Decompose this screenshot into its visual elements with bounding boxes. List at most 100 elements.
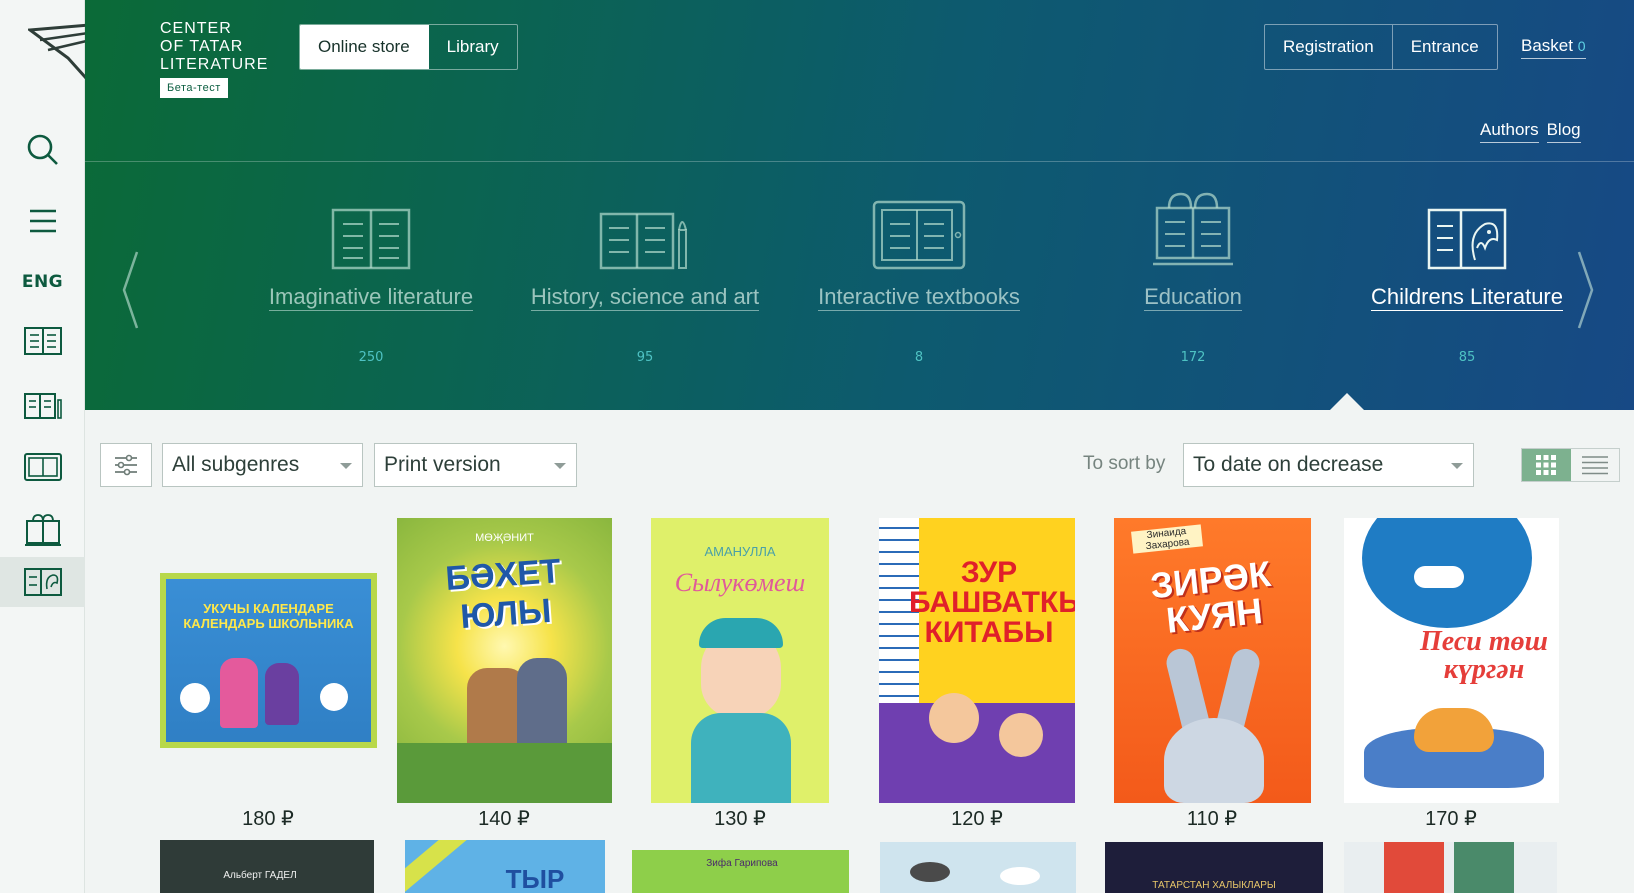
chevron-down-icon <box>340 463 352 469</box>
sort-select[interactable]: To date on decrease <box>1183 443 1474 487</box>
list-view-button[interactable] <box>1571 449 1620 481</box>
grid-view-button[interactable] <box>1522 449 1571 481</box>
category-count: 250 <box>358 350 384 365</box>
book-price-2: 140 ₽ <box>478 808 530 830</box>
blog-link[interactable]: Blog <box>1546 120 1581 143</box>
store-library-tabs: Online store Library <box>299 24 518 70</box>
book-title: УКУЧЫ КАЛЕНДАРЕ КАЛЕНДАРЬ ШКОЛЬНИКА <box>183 601 354 631</box>
category-label: Childrens Literature <box>1371 284 1563 311</box>
category-label: Imaginative literature <box>268 284 474 311</box>
sidebar-item-imaginative[interactable] <box>0 316 85 366</box>
book-cover-6[interactable]: Песи төш күргән <box>1344 518 1559 803</box>
tab-library[interactable]: Library <box>429 25 517 69</box>
hamburger-icon <box>29 209 56 233</box>
sidebar-item-education[interactable] <box>0 505 85 555</box>
header-banner: CENTER OF TATAR LITERATURE Бета-тест Onl… <box>85 0 1634 410</box>
category-count: 172 <box>1180 350 1206 365</box>
category-imaginative[interactable]: Imaginative literature 250 <box>231 190 511 365</box>
filter-button[interactable] <box>100 443 152 487</box>
book-title: ЗУР БАШВАТКЫЧЛАР КИТАБЫ <box>909 556 1075 649</box>
two-books-icon <box>331 208 411 270</box>
basket-link[interactable]: Basket 0 <box>1521 36 1586 59</box>
language-switch[interactable]: ENG <box>0 257 85 307</box>
basket-label: Basket <box>1521 36 1573 55</box>
authors-link[interactable]: Authors <box>1480 120 1539 143</box>
brand-line-2: OF TATAR <box>160 38 244 55</box>
book-cover-7[interactable]: Альберт ГАДЕЛ <box>160 840 374 893</box>
header-divider <box>85 161 1634 162</box>
book-title: Сылукөмеш <box>674 568 806 597</box>
header-links: Authors Blog <box>1480 120 1581 143</box>
menu-button[interactable] <box>0 196 85 246</box>
category-interactive[interactable]: Interactive textbooks 8 <box>779 190 1059 365</box>
category-history[interactable]: History, science and art 95 <box>505 190 785 365</box>
sidebar-item-childrens[interactable] <box>0 557 85 607</box>
book-author: Зифа Гарипова <box>706 858 778 869</box>
category-childrens[interactable]: Childrens Literature 85 <box>1327 190 1607 365</box>
book-cover-12[interactable] <box>1344 842 1557 893</box>
category-count: 95 <box>636 350 654 365</box>
book-price-3: 130 ₽ <box>714 808 766 830</box>
entrance-button[interactable]: Entrance <box>1393 25 1497 69</box>
book-price-1: 180 ₽ <box>242 808 294 830</box>
kids-book-icon <box>1427 208 1507 270</box>
brand-line-1: CENTER <box>160 20 232 37</box>
search-icon <box>27 134 58 165</box>
books-brush-icon <box>599 212 687 270</box>
book-author: АМАНУЛЛА <box>704 544 776 559</box>
tablet-book-icon <box>872 200 966 270</box>
book-cover-4[interactable]: ЗУР БАШВАТКЫЧЛАР КИТАБЫ <box>879 518 1075 803</box>
search-button[interactable] <box>0 125 85 175</box>
category-label: Education <box>1144 284 1242 311</box>
book-cover-2[interactable]: МӨҖӘНИТ БӘХЕТ ЮЛЫ <box>397 518 612 803</box>
sliders-icon <box>115 454 137 476</box>
language-label: ENG <box>21 272 64 292</box>
sidebar: ENG <box>0 0 153 893</box>
grid-icon <box>1536 455 1557 475</box>
category-education[interactable]: Education 172 <box>1053 190 1333 365</box>
brand-block[interactable]: CENTER OF TATAR LITERATURE Бета-тест <box>160 20 268 98</box>
category-count: 85 <box>1458 350 1476 365</box>
subgenre-select[interactable]: All subgenres <box>162 443 363 487</box>
version-value: Print version <box>384 453 501 476</box>
subgenre-value: All subgenres <box>172 453 300 476</box>
book-cover-9[interactable]: Зифа Гарипова <box>632 850 849 893</box>
chevron-down-icon <box>554 463 566 469</box>
book-title: Песи төш күргән <box>1420 626 1548 685</box>
tab-online-store[interactable]: Online store <box>300 25 429 69</box>
book-cover-5[interactable]: Зинаида Захарова ЗИРӘК КУЯН <box>1114 518 1311 803</box>
book-price-4: 120 ₽ <box>951 808 1003 830</box>
backpack-book-icon <box>24 514 61 546</box>
book-title: ТАТАРСТАН ХАЛЫКЛАРЫ <box>1152 880 1276 891</box>
book-price-5: 110 ₽ <box>1186 808 1238 830</box>
sort-value: To date on decrease <box>1193 453 1384 476</box>
sort-label: To sort by <box>1083 453 1166 474</box>
category-label: Interactive textbooks <box>818 284 1020 311</box>
category-label: History, science and art <box>530 284 760 311</box>
chevron-down-icon <box>1451 463 1463 469</box>
view-toggle <box>1521 448 1620 482</box>
book-cover-11[interactable]: ТАТАРСТАН ХАЛЫКЛАРЫ <box>1105 842 1323 893</box>
tablet-book-icon <box>23 453 62 481</box>
sidebar-item-history[interactable] <box>0 380 85 430</box>
book-cover-3[interactable]: АМАНУЛЛА Сылукөмеш <box>651 518 829 803</box>
category-count: 8 <box>914 350 924 365</box>
basket-count: 0 <box>1577 38 1586 54</box>
book-cover-8[interactable]: ТЫР <box>405 840 605 893</box>
brand-line-3: LITERATURE <box>160 56 269 73</box>
sidebar-item-interactive[interactable] <box>0 442 85 492</box>
carousel-prev-icon[interactable] <box>121 250 139 330</box>
book-cover-1[interactable]: УКУЧЫ КАЛЕНДАРЕ КАЛЕНДАРЬ ШКОЛЬНИКА <box>160 573 377 748</box>
book-cover-10[interactable] <box>880 842 1076 893</box>
book-title: БӘХЕТ ЮЛЫ <box>444 552 562 637</box>
books-brush-icon <box>23 393 62 419</box>
version-select[interactable]: Print version <box>374 443 577 487</box>
auth-buttons: Registration Entrance <box>1264 24 1498 70</box>
registration-button[interactable]: Registration <box>1265 25 1393 69</box>
book-author: МӨҖӘНИТ <box>475 532 534 544</box>
two-books-icon <box>23 327 62 355</box>
list-icon <box>1581 456 1608 475</box>
book-title: ТЫР <box>505 864 565 893</box>
active-category-pointer <box>1330 393 1364 410</box>
backpack-book-icon <box>1153 192 1233 266</box>
